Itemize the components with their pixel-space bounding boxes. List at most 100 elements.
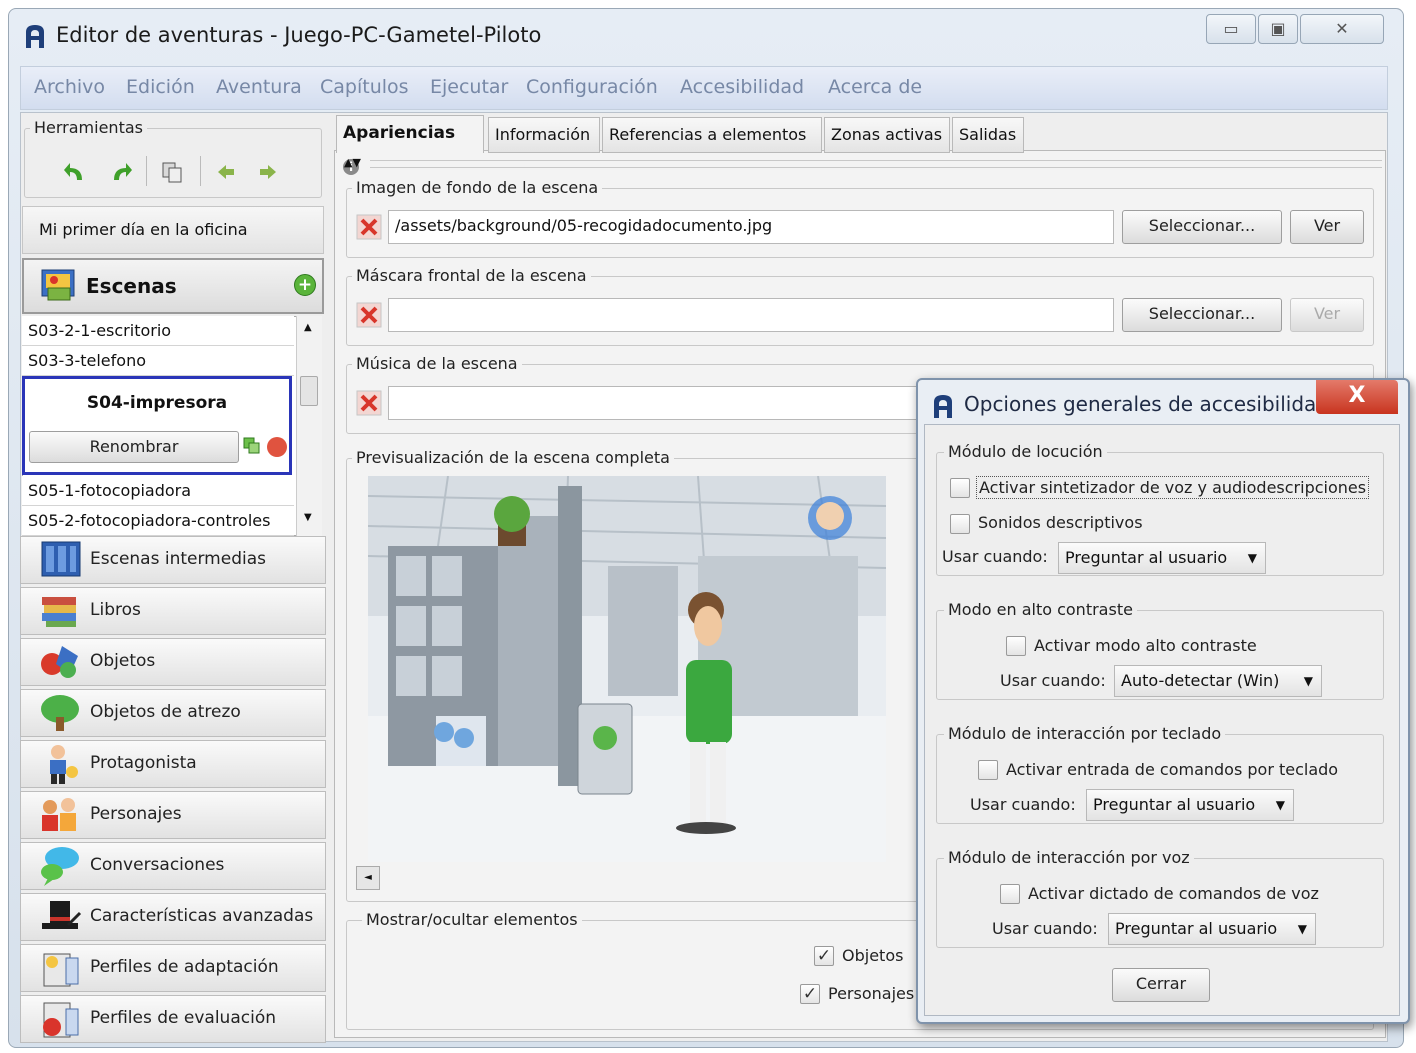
music-path-field[interactable]	[388, 386, 928, 420]
nav-label: Perfiles de adaptación	[90, 957, 279, 977]
background-select-button[interactable]: Seleccionar...	[1122, 210, 1282, 244]
clear-music-icon[interactable]	[356, 390, 382, 416]
menu-ejecutar[interactable]: Ejecutar	[430, 76, 508, 98]
mask-view-button[interactable]: Ver	[1290, 298, 1364, 332]
minimize-button[interactable]: ▭	[1206, 14, 1256, 44]
speech-module-legend: Módulo de locución	[944, 442, 1107, 461]
duplicate-icon[interactable]	[243, 437, 261, 455]
adaptation-profile-icon	[38, 946, 84, 990]
keyboard-use-when-value: Preguntar al usuario	[1093, 795, 1256, 814]
tab-apariencias[interactable]: Apariencias i	[336, 115, 484, 175]
keyboard-use-when-label: Usar cuando:	[970, 795, 1076, 814]
scroll-down-icon[interactable]: ▼	[304, 512, 312, 523]
descriptive-sounds-checkbox[interactable]	[950, 514, 970, 534]
scroll-left-icon[interactable]: ◄	[356, 866, 380, 890]
tab-salidas[interactable]: Salidas	[952, 117, 1024, 153]
app-logo-icon	[22, 22, 48, 50]
voice-checkbox[interactable]	[1000, 884, 1020, 904]
list-item[interactable]: S03-3-telefono	[22, 346, 294, 376]
tab-referencias[interactable]: Referencias a elementos	[602, 117, 822, 153]
evaluation-profile-icon	[38, 997, 84, 1041]
background-legend: Imagen de fondo de la escena	[352, 178, 603, 197]
menu-accesibilidad[interactable]: Accesibilidad	[680, 76, 804, 98]
tab-label: Apariencias	[343, 123, 456, 143]
contrast-legend: Modo en alto contraste	[944, 600, 1137, 619]
nav-label: Protagonista	[90, 753, 197, 773]
dialog-title: Opciones generales de accesibilidad	[964, 392, 1329, 416]
collapse-toggle-icon[interactable]: ▲▼	[344, 156, 361, 169]
voice-checkbox-label: Activar dictado de comandos de voz	[1028, 884, 1319, 903]
nav-label: Conversaciones	[90, 855, 225, 875]
voice-use-when-select[interactable]: Preguntar al usuario ▼	[1108, 913, 1316, 945]
nav-label: Objetos de atrezo	[90, 702, 241, 722]
close-window-button[interactable]: ✕	[1300, 14, 1384, 44]
tab-zonas-activas[interactable]: Zonas activas	[824, 117, 950, 153]
contrast-checkbox[interactable]	[1006, 636, 1026, 656]
speech-use-when-select[interactable]: Preguntar al usuario ▼	[1058, 542, 1266, 574]
tab-informacion[interactable]: Información	[488, 117, 600, 153]
back-icon[interactable]	[214, 160, 240, 184]
keyboard-checkbox-label: Activar entrada de comandos por teclado	[1006, 760, 1339, 779]
scroll-up-icon[interactable]: ▲	[304, 322, 312, 333]
toggle-legend: Mostrar/ocultar elementos	[362, 910, 582, 929]
chapter-button[interactable]: Mi primer día en la oficina	[22, 206, 324, 254]
redo-icon[interactable]	[108, 160, 134, 184]
add-scene-icon[interactable]: +	[294, 274, 316, 296]
scroll-thumb[interactable]	[300, 376, 318, 406]
voice-use-when-value: Preguntar al usuario	[1115, 919, 1278, 938]
background-path-field[interactable]: /assets/background/05-recogidadocumento.…	[388, 210, 1114, 244]
voice-legend: Módulo de interacción por voz	[944, 848, 1194, 867]
characters-checkbox-label: Personajes	[828, 984, 915, 1003]
list-item[interactable]: S03-2-1-escritorio	[22, 316, 294, 346]
nav-label: Libros	[90, 600, 141, 620]
clear-background-icon[interactable]	[356, 214, 382, 240]
objects-icon	[38, 640, 84, 684]
scenes-title: Escenas	[86, 274, 177, 298]
nav-label: Objetos	[90, 651, 156, 671]
objects-checkbox-label: Objetos	[842, 946, 904, 965]
menu-archivo[interactable]: Archivo	[34, 76, 105, 98]
list-item[interactable]: S05-2-fotocopiadora-controles	[22, 506, 294, 536]
speech-synth-checkbox[interactable]	[950, 478, 970, 498]
menu-aventura[interactable]: Aventura	[216, 76, 302, 98]
maximize-button[interactable]: ▣	[1258, 14, 1298, 44]
menu-configuracion[interactable]: Configuración	[526, 76, 658, 98]
mask-select-button[interactable]: Seleccionar...	[1122, 298, 1282, 332]
keyboard-checkbox[interactable]	[978, 760, 998, 780]
contrast-use-when-select[interactable]: Auto-detectar (Win) ▼	[1114, 665, 1322, 697]
menu-edicion[interactable]: Edición	[126, 76, 195, 98]
delete-icon[interactable]	[267, 437, 287, 457]
chevron-down-icon: ▼	[1297, 922, 1307, 936]
close-icon: X	[1348, 383, 1366, 408]
nav-label: Escenas intermedias	[90, 549, 266, 569]
rename-button[interactable]: Renombrar	[29, 431, 239, 463]
scenes-header[interactable]: Escenas +	[22, 258, 324, 314]
mask-legend: Máscara frontal de la escena	[352, 266, 591, 285]
scenes-scrollbar[interactable]: ▲ ▼	[296, 316, 322, 536]
dialog-close-action-button[interactable]: Cerrar	[1112, 968, 1210, 1002]
menu-acerca-de[interactable]: Acerca de	[828, 76, 922, 98]
keyboard-use-when-select[interactable]: Preguntar al usuario ▼	[1086, 789, 1294, 821]
window-title: Editor de aventuras - Juego-PC-Gametel-P…	[56, 23, 542, 47]
splitter[interactable]	[370, 160, 1382, 168]
undo-icon[interactable]	[62, 160, 88, 184]
forward-icon[interactable]	[254, 160, 280, 184]
background-view-button[interactable]: Ver	[1290, 210, 1364, 244]
copy-icon[interactable]	[160, 160, 186, 184]
maximize-icon: ▣	[1270, 19, 1286, 38]
toolbar-separator	[146, 156, 147, 186]
objects-checkbox[interactable]: ✓	[814, 946, 834, 966]
nav-label: Características avanzadas	[90, 906, 314, 926]
contrast-use-when-value: Auto-detectar (Win)	[1121, 671, 1280, 690]
selected-scene[interactable]: S04-impresora Renombrar	[22, 376, 292, 475]
nav-label: Personajes	[90, 804, 182, 824]
chevron-down-icon: ▼	[1303, 674, 1313, 688]
list-item[interactable]: S05-1-fotocopiadora	[22, 476, 294, 506]
clear-mask-icon[interactable]	[356, 302, 382, 328]
menu-capitulos[interactable]: Capítulos	[320, 76, 409, 98]
selected-scene-label: S04-impresora	[86, 393, 228, 413]
scene-preview-image	[368, 476, 886, 862]
mask-path-field[interactable]	[388, 298, 1114, 332]
dialog-close-button[interactable]: X	[1316, 380, 1398, 414]
characters-checkbox[interactable]: ✓	[800, 984, 820, 1004]
